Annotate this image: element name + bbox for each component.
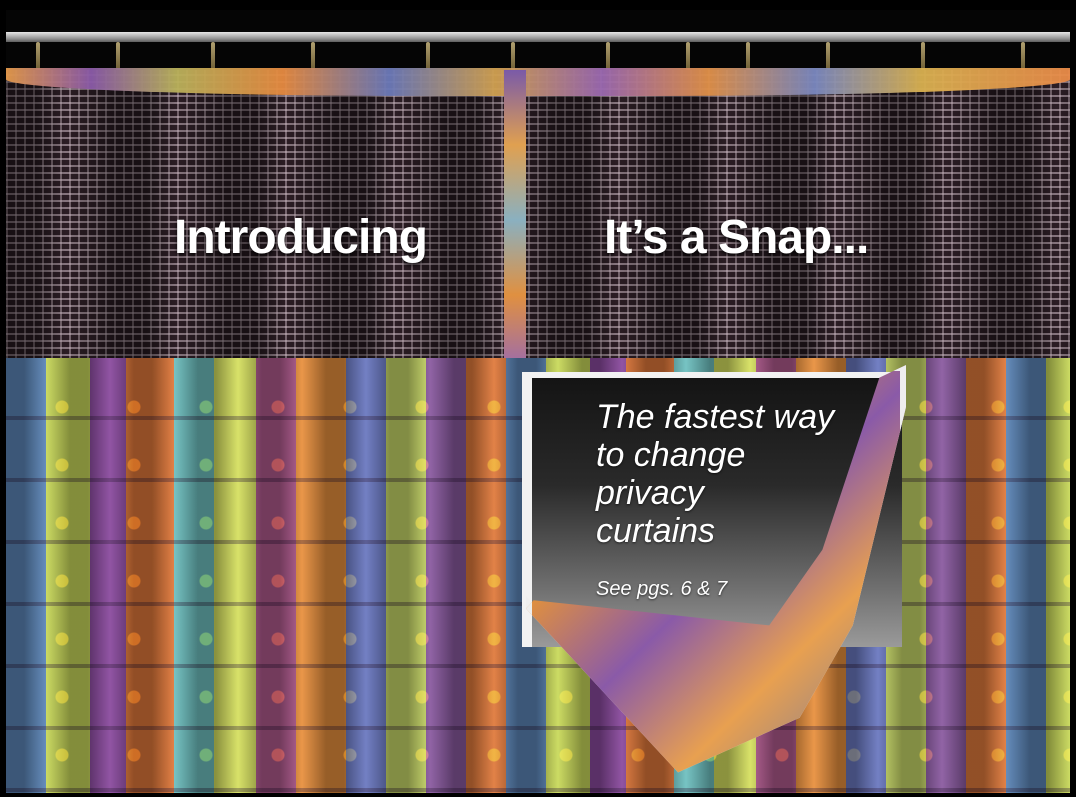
tagline-line: The fastest way (596, 398, 835, 436)
curtain-rail (6, 32, 1070, 42)
curtain-top-binding (6, 68, 1070, 96)
curtain-photo (6, 10, 1070, 793)
page-reference: See pgs. 6 & 7 (596, 578, 728, 600)
curtain-seam (504, 70, 526, 370)
headline-its-a-snap: It’s a Snap... (604, 211, 869, 264)
tagline-line: curtains (596, 512, 716, 550)
ad-page: Introducing It’s a Snap... The fastest w… (0, 0, 1076, 797)
tagline: The fastest way to change privacy curtai… (596, 398, 856, 550)
tagline-line: privacy (596, 474, 704, 512)
mesh-folds (6, 70, 1070, 370)
tagline-line: to change (596, 436, 746, 474)
headline-introducing: Introducing (174, 211, 428, 264)
